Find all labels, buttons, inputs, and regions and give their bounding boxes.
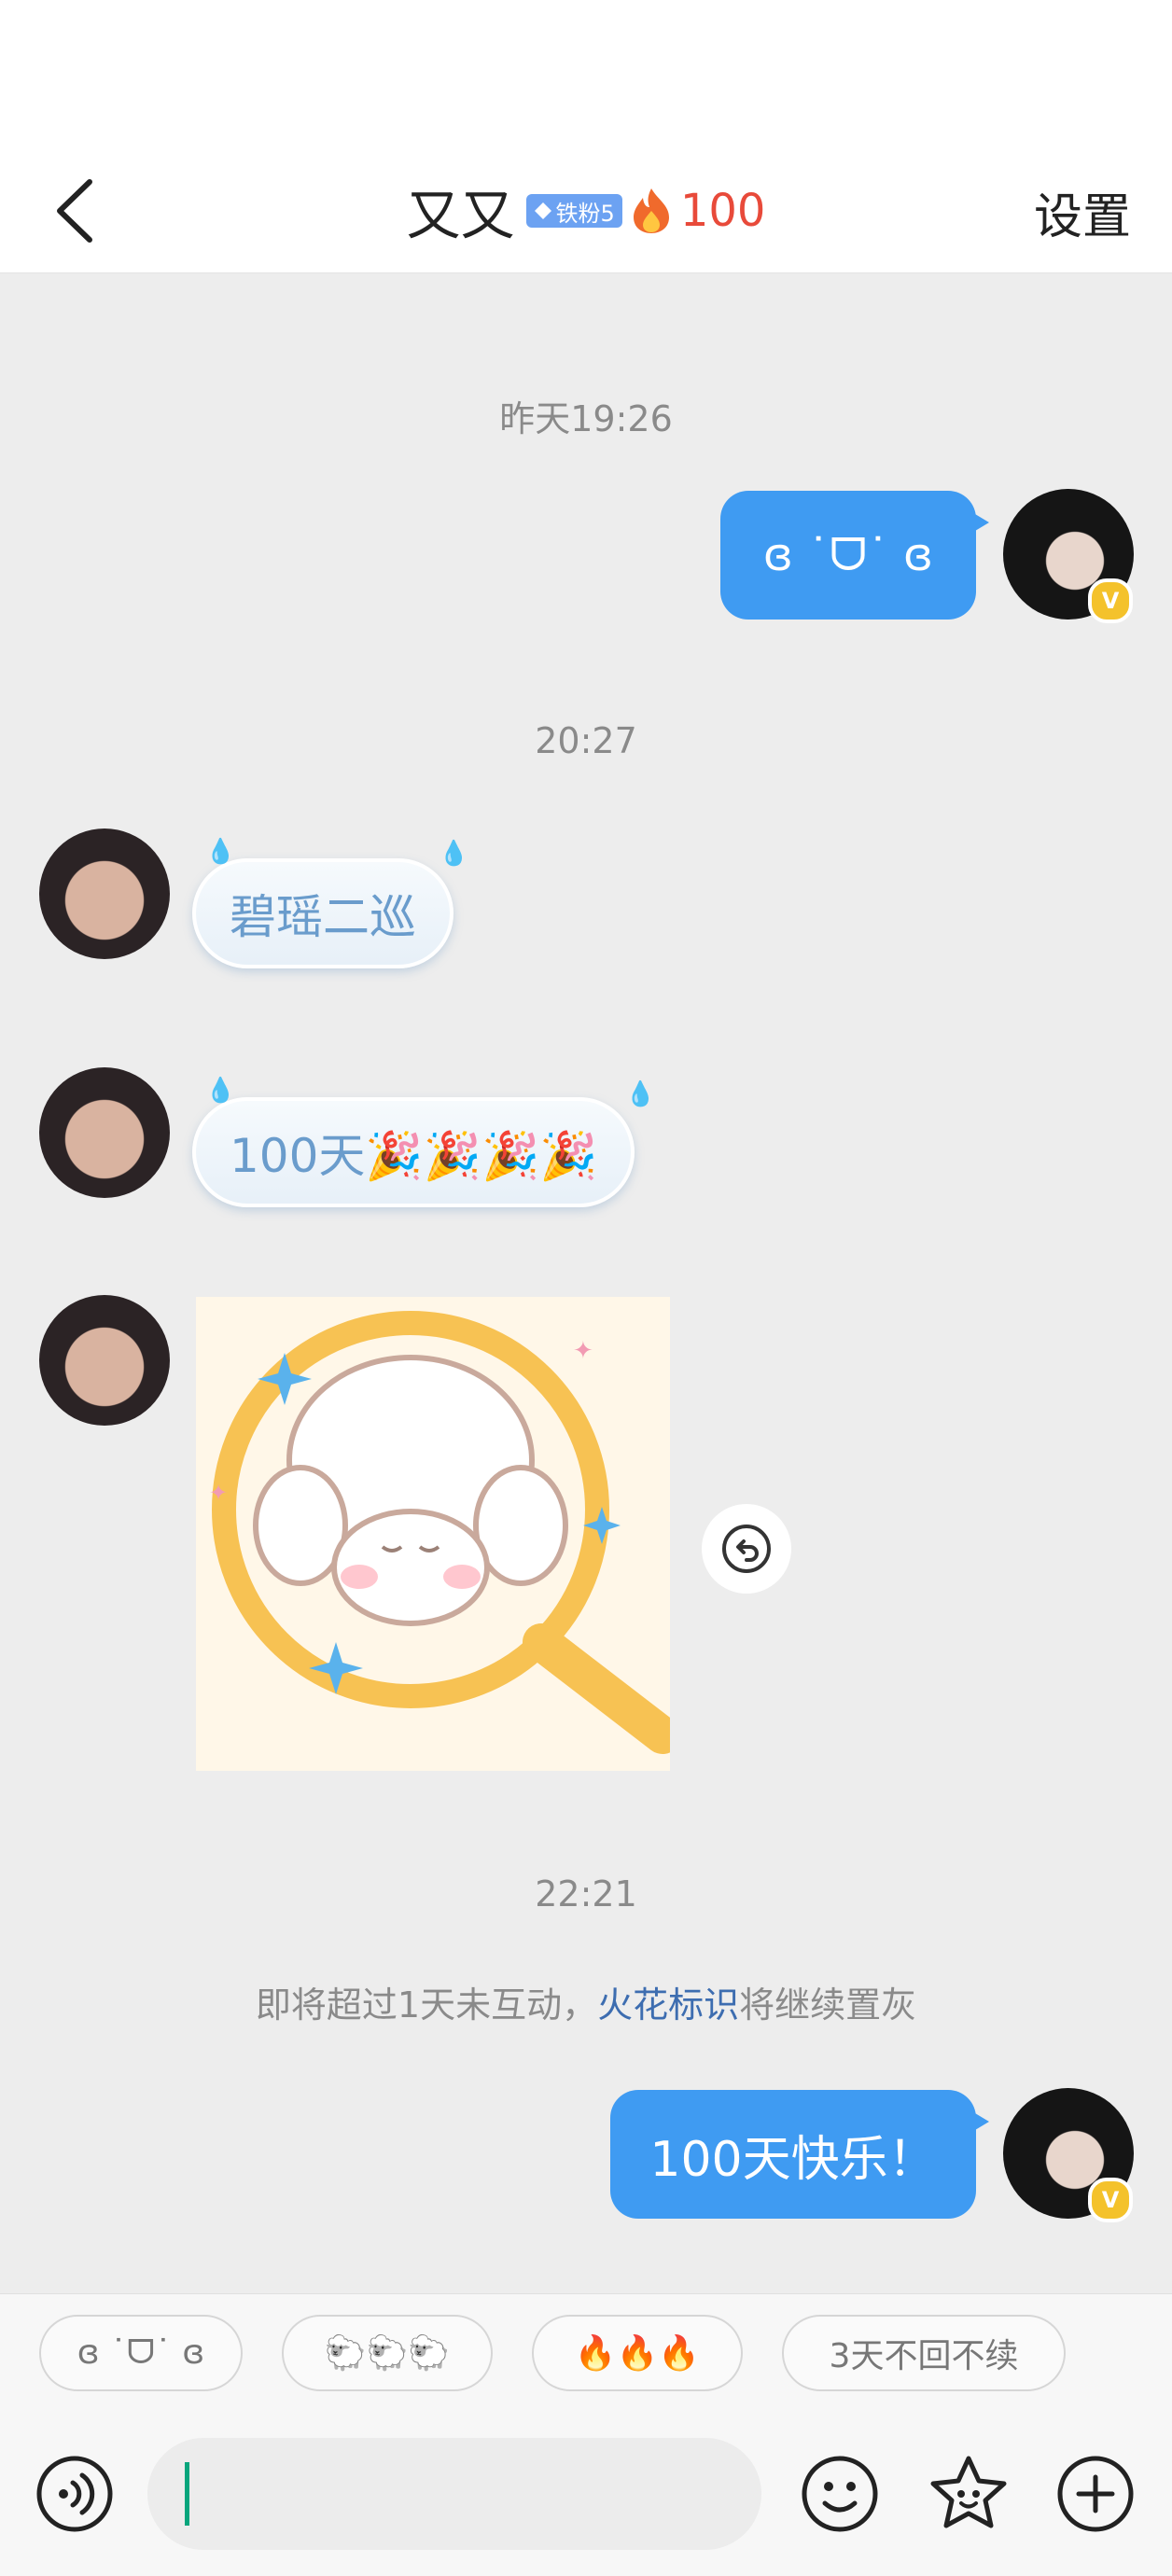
more-button[interactable]: [1049, 2447, 1142, 2541]
notice-text: 即将超过1天未互动，: [255, 1984, 598, 2026]
favorite-stickers-button[interactable]: [922, 2447, 1015, 2541]
input-panel: ɞ ˙ᗜ˙ ɞ 🐑🐑🐑 🔥🔥🔥 3天不回不续: [0, 2293, 1172, 2576]
timestamp: 22:21: [535, 1873, 637, 1915]
verified-badge-icon: V: [1088, 2178, 1133, 2222]
my-message-bubble[interactable]: 100天快乐！: [610, 2090, 989, 2219]
voice-icon: [36, 2456, 113, 2532]
notice-link[interactable]: 火花标识: [597, 1984, 739, 2026]
streak-count: 100: [679, 185, 766, 237]
water-drop-icon: 💧: [439, 840, 469, 868]
text-cursor: [185, 2462, 189, 2526]
emoji-icon: [802, 2456, 878, 2532]
quick-reply-chip[interactable]: 3天不回不续: [782, 2315, 1066, 2391]
reply-button[interactable]: [702, 1504, 791, 1594]
flame-icon: [633, 188, 669, 233]
diamond-icon: [534, 202, 551, 219]
status-bar: [0, 0, 1172, 149]
friend-avatar[interactable]: [39, 1295, 170, 1426]
title-group[interactable]: 又又 铁粉5 100: [0, 149, 1172, 272]
friend-avatar[interactable]: [39, 1067, 170, 1198]
svg-text:✦: ✦: [209, 1480, 228, 1506]
friend-message-bubble[interactable]: 100天🎉🎉🎉🎉: [192, 1097, 635, 1207]
svg-text:✦: ✦: [573, 1337, 593, 1365]
friend-message-bubble[interactable]: 碧瑶二巡: [192, 858, 453, 968]
quick-reply-chip[interactable]: 🔥🔥🔥: [532, 2315, 743, 2391]
plus-icon: [1057, 2456, 1134, 2532]
message-input[interactable]: [147, 2438, 761, 2550]
quick-reply-chip[interactable]: ɞ ˙ᗜ˙ ɞ: [39, 2315, 243, 2391]
chat-header: 又又 铁粉5 100 设置: [0, 149, 1172, 273]
magnifier-puppy-sticker-icon: ✦ ✦: [196, 1297, 670, 1771]
fan-level-badge: 铁粉5: [525, 194, 622, 228]
water-drop-icon: 💧: [625, 1080, 656, 1108]
settings-button[interactable]: 设置: [1034, 177, 1131, 247]
voice-button[interactable]: [28, 2447, 121, 2541]
streak-notice: 即将超过1天未互动，火花标识将继续置灰: [0, 1976, 1172, 2027]
chat-title: 又又: [406, 184, 515, 247]
emoji-button[interactable]: [793, 2447, 886, 2541]
friend-avatar[interactable]: [39, 828, 170, 959]
water-drop-icon: 💧: [205, 838, 236, 866]
notice-text: 将继续置灰: [739, 1984, 917, 2026]
water-drop-icon: 💧: [205, 1077, 236, 1105]
timestamp: 20:27: [535, 720, 637, 761]
sticker-image[interactable]: ✦ ✦: [196, 1297, 670, 1771]
my-message-bubble[interactable]: ɞ ˙ᗜ˙ ɞ: [720, 491, 989, 620]
star-face-icon: [930, 2456, 1007, 2528]
reply-icon: [722, 1525, 771, 1573]
fan-badge-label: 铁粉5: [555, 200, 615, 227]
quick-reply-chip[interactable]: 🐑🐑🐑: [282, 2315, 493, 2391]
verified-badge-icon: V: [1088, 578, 1133, 623]
timestamp: 昨天19:26: [499, 398, 673, 439]
